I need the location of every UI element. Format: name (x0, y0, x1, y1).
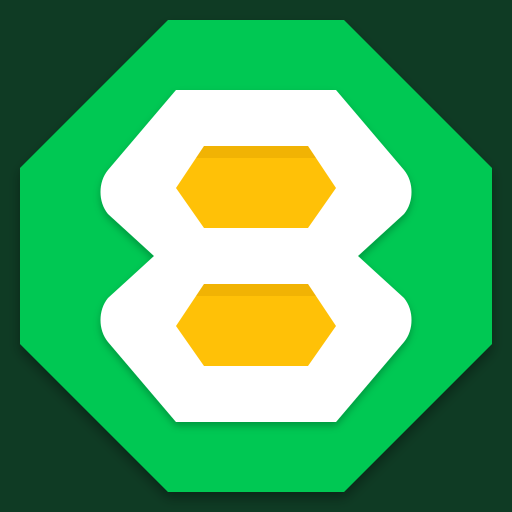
icon-svg (0, 0, 512, 512)
app-icon (0, 0, 512, 512)
bottom-hexagon (176, 284, 336, 366)
top-hexagon (176, 146, 336, 228)
top-hexagon-shadow (196, 146, 316, 158)
bottom-hexagon-shadow (196, 284, 316, 296)
